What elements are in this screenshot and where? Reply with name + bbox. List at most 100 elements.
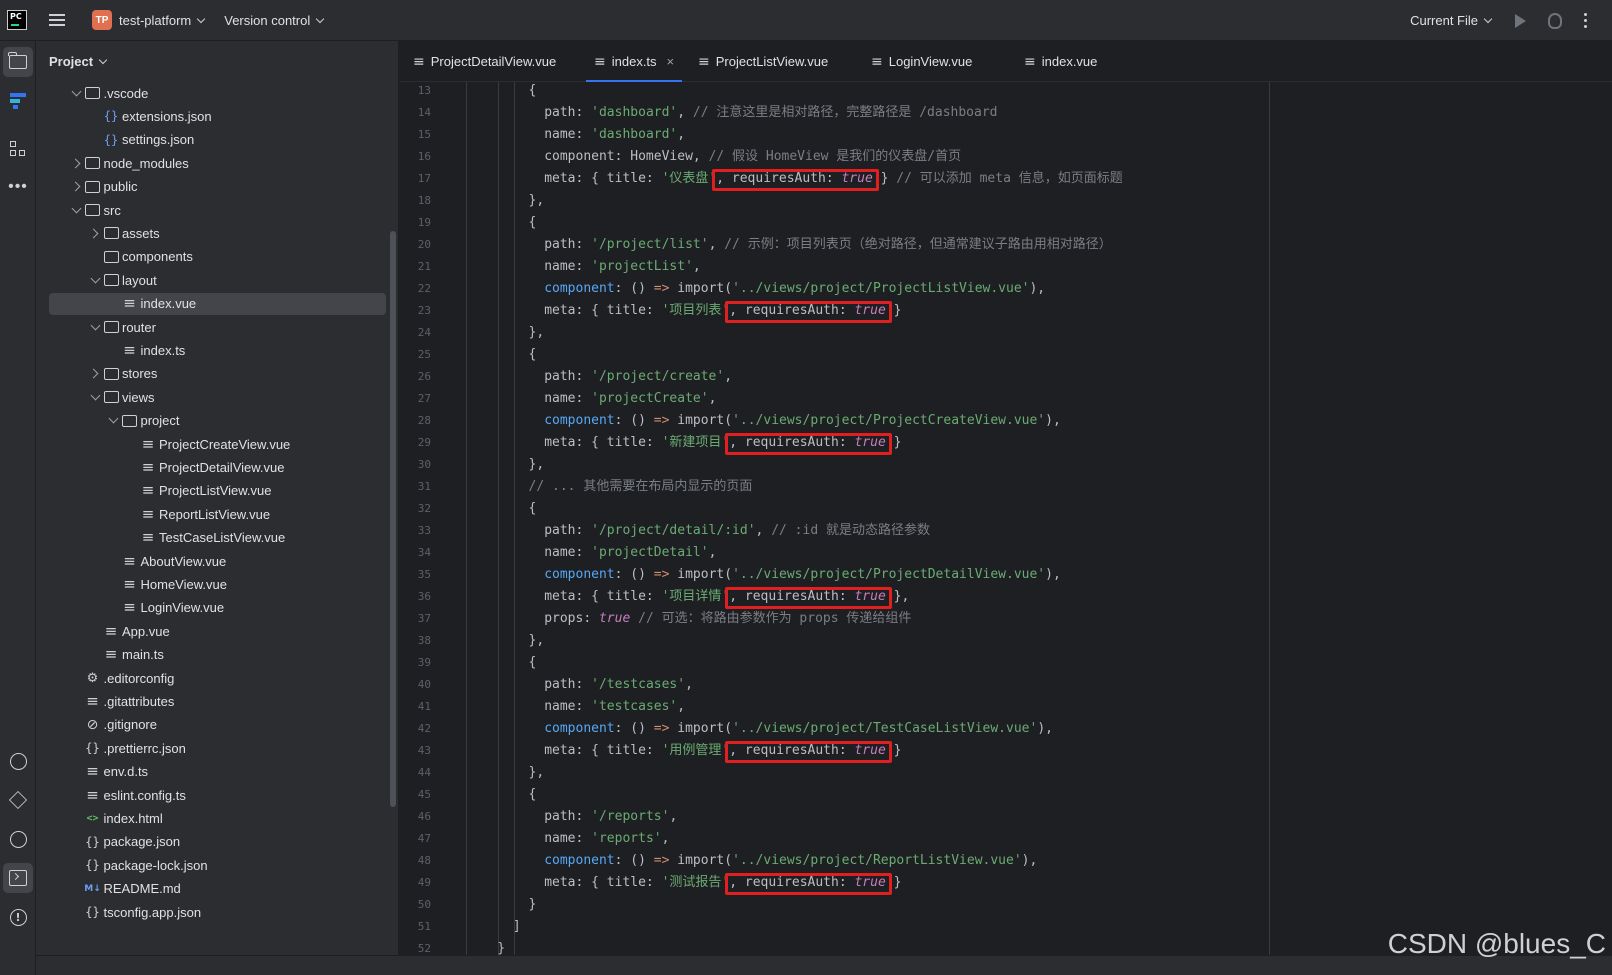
run-icon[interactable] xyxy=(1515,13,1526,28)
tool-window-bar: ••• ! xyxy=(0,41,36,975)
tree-item[interactable]: node_modules xyxy=(36,152,398,174)
tree-item[interactable]: .gitattributes xyxy=(36,690,398,712)
chevron-down-icon xyxy=(316,14,325,23)
tab-index-ts[interactable]: ≡ index.ts × xyxy=(586,41,683,82)
chevron-down-icon[interactable] xyxy=(87,319,103,335)
line-number: 32 xyxy=(417,502,431,515)
tree-item[interactable]: stores xyxy=(36,363,398,385)
lines-icon xyxy=(122,342,138,358)
tree-item[interactable]: package.json xyxy=(36,831,398,853)
code-line: { xyxy=(529,498,537,520)
tree-item[interactable]: main.ts xyxy=(36,644,398,666)
debug-icon[interactable] xyxy=(1548,12,1562,29)
tree-item[interactable]: App.vue xyxy=(36,620,398,642)
tree-item[interactable]: eslint.config.ts xyxy=(36,784,398,806)
chevron-down-icon[interactable] xyxy=(87,272,103,288)
tree-item[interactable]: router xyxy=(36,316,398,338)
vue-tool-button[interactable] xyxy=(3,86,33,116)
layers-tool-button[interactable] xyxy=(3,785,33,815)
tree-item[interactable]: index.vue xyxy=(36,292,398,315)
terminal-tool-button[interactable] xyxy=(3,863,33,893)
tree-item[interactable]: ReportListView.vue xyxy=(36,503,398,525)
code-editor[interactable]: 13 14 15 16 17 18 19 20 21 22 23 24 25 26 27 28 29 30 31 32… xyxy=(400,82,1612,955)
line-number: 30 xyxy=(417,458,431,471)
tree-item[interactable]: ProjectListView.vue xyxy=(36,480,398,502)
chevron-down-icon[interactable] xyxy=(87,389,103,405)
code-token: '../views/project/ProjectDetailView.vue' xyxy=(732,567,1046,582)
run-config-dropdown[interactable]: Current File xyxy=(1410,13,1478,28)
tree-item[interactable]: src xyxy=(36,199,398,221)
tree-item[interactable]: .editorconfig xyxy=(36,667,398,689)
tree-item[interactable]: TestCaseListView.vue xyxy=(36,527,398,549)
chevron-right-icon[interactable] xyxy=(69,179,85,195)
project-badge[interactable]: TP xyxy=(92,10,112,30)
tree-item[interactable]: env.d.ts xyxy=(36,761,398,783)
version-control-dropdown[interactable]: Version control xyxy=(224,13,310,28)
tree-item[interactable]: ProjectCreateView.vue xyxy=(36,433,398,455)
tree-item[interactable]: index.html xyxy=(36,807,398,829)
lines-icon xyxy=(140,483,156,499)
chevron-right-icon[interactable] xyxy=(87,366,103,382)
tree-item[interactable]: LoginView.vue xyxy=(36,597,398,619)
tree-item-label: App.vue xyxy=(122,623,170,639)
folder-icon xyxy=(103,389,119,405)
tree-item-label: ProjectListView.vue xyxy=(159,483,272,499)
lines-icon xyxy=(103,623,119,639)
close-icon[interactable]: × xyxy=(667,54,675,69)
tree-item[interactable]: README.md xyxy=(36,878,398,900)
tree-item[interactable]: tsconfig.app.json xyxy=(36,901,398,923)
project-tool-button[interactable] xyxy=(3,47,33,77)
highlight-box xyxy=(725,301,892,323)
tree-item[interactable]: .vscode xyxy=(36,82,398,104)
chevron-right-icon[interactable] xyxy=(69,155,85,171)
tree-item[interactable]: .prettierrc.json xyxy=(36,737,398,759)
json-icon xyxy=(85,857,101,873)
problems-tool-button[interactable]: ! xyxy=(3,902,33,932)
tab-projectlistview[interactable]: ≡ ProjectListView.vue xyxy=(698,41,828,82)
code-token: import( xyxy=(669,413,733,428)
code-token: } xyxy=(497,941,506,955)
code-line: props: true // 可选：将路由参数作为 props 传递给组件 xyxy=(544,608,911,630)
code-token: name: xyxy=(544,127,592,142)
tree-item[interactable]: ProjectDetailView.vue xyxy=(36,456,398,478)
tree-item[interactable]: public xyxy=(36,176,398,198)
services-tool-button[interactable] xyxy=(3,824,33,854)
folder-icon xyxy=(103,225,119,241)
code-token: '../views/project/ProjectCreateView.vue' xyxy=(732,413,1046,428)
chevron-down-icon[interactable] xyxy=(69,202,85,218)
tree-item[interactable]: package-lock.json xyxy=(36,854,398,876)
tree-item-label: project xyxy=(140,413,180,429)
tab-index-vue[interactable]: ≡ index.vue xyxy=(1024,41,1097,82)
chevron-right-icon[interactable] xyxy=(87,225,103,241)
tree-item[interactable]: extensions.json xyxy=(36,105,398,127)
tab-loginview[interactable]: ≡ LoginView.vue xyxy=(871,41,972,82)
tree-item[interactable]: index.ts xyxy=(36,339,398,361)
tree-item[interactable]: AboutView.vue xyxy=(36,550,398,572)
code-line: path: '/project/create', xyxy=(544,366,732,388)
tab-projectdetailview[interactable]: ≡ ProjectDetailView.vue xyxy=(413,41,556,82)
tree-item[interactable]: assets xyxy=(36,222,398,244)
project-panel-header[interactable]: Project xyxy=(36,41,398,81)
tree-item[interactable]: views xyxy=(36,386,398,408)
tree-item[interactable]: components xyxy=(36,246,398,268)
tree-item[interactable]: HomeView.vue xyxy=(36,573,398,595)
more-tools-button[interactable]: ••• xyxy=(3,172,33,202)
main-menu-icon[interactable] xyxy=(49,14,65,26)
tree-item[interactable]: .gitignore xyxy=(36,714,398,736)
code-line: }, xyxy=(529,630,545,652)
code-line: name: 'projectList', xyxy=(544,256,701,278)
project-tree-scrollbar[interactable] xyxy=(390,231,396,807)
more-actions-icon[interactable] xyxy=(1584,13,1588,28)
code-token: component xyxy=(544,721,615,736)
project-name-dropdown[interactable]: test-platform xyxy=(119,13,191,28)
plugins-tool-button[interactable] xyxy=(3,134,33,164)
python-console-button[interactable] xyxy=(3,746,33,776)
tree-item[interactable]: layout xyxy=(36,269,398,291)
tree-item[interactable]: settings.json xyxy=(36,129,398,151)
chevron-down-icon[interactable] xyxy=(106,413,122,429)
code-line: component: () => import('../views/projec… xyxy=(544,718,1053,740)
code-token: meta: { title: xyxy=(544,303,662,318)
chevron-down-icon[interactable] xyxy=(69,85,85,101)
tree-item[interactable]: project xyxy=(36,410,398,432)
